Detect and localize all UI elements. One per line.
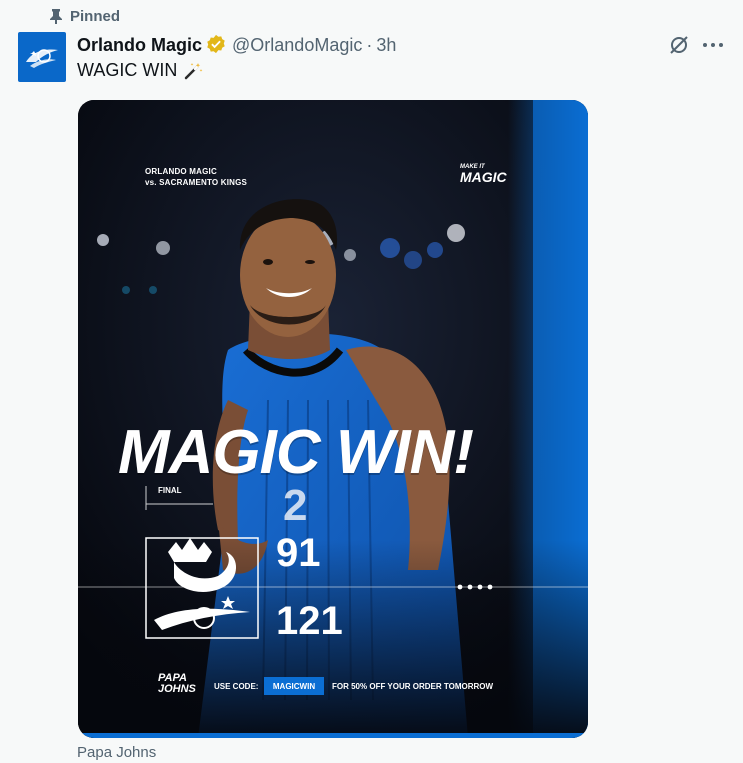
- game-title: ORLANDO MAGIC vs. SACRAMENTO KINGS: [145, 166, 247, 188]
- pinned-indicator: Pinned: [48, 6, 120, 26]
- author-display-name[interactable]: Orlando Magic: [77, 35, 202, 56]
- final-label: FINAL: [158, 486, 182, 495]
- author-handle[interactable]: @OrlandoMagic: [232, 35, 362, 56]
- tweet-media-image[interactable]: 2 ORLANDO MAGIC vs. SACRAMENTO KINGS MAK…: [78, 100, 588, 738]
- sponsor-line2: JOHNS: [158, 683, 196, 695]
- magic-wand-icon: [183, 61, 203, 81]
- make-it-magic-logo: MAKE IT MAGIC: [460, 164, 507, 185]
- brand-tag-main: MAGIC: [460, 169, 507, 185]
- orlando-magic-logo-icon: [26, 49, 58, 68]
- tweet-text-content: WAGIC WIN: [77, 60, 178, 80]
- verified-badge-icon[interactable]: [206, 34, 228, 56]
- pin-icon: [48, 7, 64, 25]
- pinned-label: Pinned: [70, 7, 121, 25]
- promo-description: FOR 50% OFF YOUR ORDER TOMORROW: [332, 682, 494, 691]
- avatar[interactable]: [18, 32, 66, 82]
- tweet-text: WAGIC WIN: [77, 60, 203, 81]
- tweet-header: Orlando Magic @OrlandoMagic · 3h: [77, 33, 396, 57]
- game-title-line1: ORLANDO MAGIC: [145, 167, 217, 176]
- headline: MAGIC WIN!: [118, 418, 474, 487]
- timestamp[interactable]: 3h: [376, 35, 396, 56]
- svg-text:2: 2: [283, 481, 307, 530]
- papa-johns-logo: PAPA JOHNS: [158, 673, 196, 695]
- away-team-score: 91: [276, 531, 321, 575]
- home-team-score: 121: [276, 599, 343, 643]
- game-title-line2: vs. SACRAMENTO KINGS: [145, 178, 248, 187]
- separator-dot: ·: [366, 34, 373, 55]
- promo-code: MAGICWIN: [264, 677, 324, 695]
- pinned-tweet[interactable]: Pinned Orlando Magic @OrlandoMagic · 3h: [0, 0, 743, 763]
- promo-code-label: USE CODE:: [214, 682, 259, 691]
- more-options-icon[interactable]: [700, 33, 726, 57]
- grok-icon[interactable]: [667, 33, 691, 57]
- media-caption[interactable]: Papa Johns: [77, 744, 156, 761]
- media-bottom-accent: [78, 733, 588, 738]
